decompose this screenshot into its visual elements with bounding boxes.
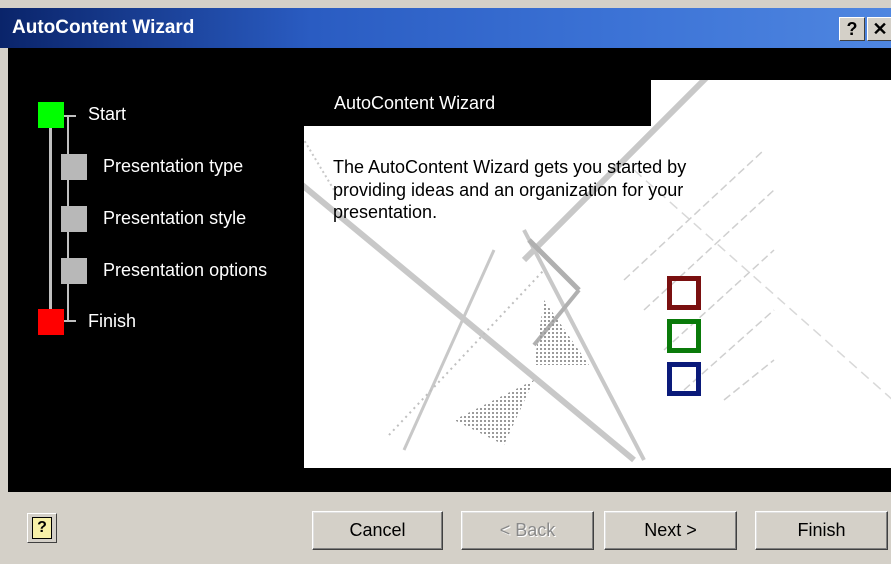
finish-button[interactable]: Finish [755,511,888,550]
decor-square-blue [667,362,701,396]
panel-header: AutoContent Wizard [304,80,651,126]
content-area [304,80,891,468]
step-presentation-style[interactable]: Presentation style [103,208,246,229]
help-book-glyph: ? [32,517,52,539]
decorative-background [304,80,891,463]
back-button[interactable]: < Back [461,511,594,550]
step-presentation-options[interactable]: Presentation options [103,260,267,281]
tree-connector [62,115,76,117]
close-icon[interactable]: ✕ [867,17,891,41]
tree-trunk [49,117,52,323]
panel-description: The AutoContent Wizard gets you started … [333,157,687,222]
decor-square-green [667,319,701,353]
step-start[interactable]: Start [88,104,126,125]
step-marker-type [61,154,87,180]
step-marker-start [38,102,64,128]
step-marker-finish [38,309,64,335]
tree-connector [62,320,76,322]
title-bar: AutoContent Wizard ? ✕ [0,8,891,48]
panel-header-title: AutoContent Wizard [334,93,496,113]
next-button[interactable]: Next > [604,511,737,550]
cancel-button[interactable]: Cancel [312,511,443,550]
step-presentation-type[interactable]: Presentation type [103,156,243,177]
help-book-icon[interactable]: ? [27,513,57,543]
step-finish[interactable]: Finish [88,311,136,332]
step-marker-options [61,258,87,284]
step-marker-style [61,206,87,232]
window-title: AutoContent Wizard [12,17,195,38]
help-title-button[interactable]: ? [839,17,865,41]
decor-square-red [667,276,701,310]
